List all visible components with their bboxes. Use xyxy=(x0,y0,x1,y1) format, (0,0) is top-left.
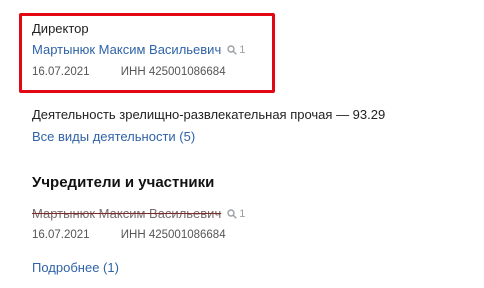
search-icon xyxy=(227,44,238,55)
director-meta: 16.07.2021 ИНН 425001086684 xyxy=(32,66,226,78)
all-activities-link[interactable]: Все виды деятельности (5) xyxy=(32,129,195,144)
founder-date: 16.07.2021 xyxy=(32,229,90,241)
founders-more-row: Подробнее (1) xyxy=(32,260,119,275)
director-date: 16.07.2021 xyxy=(32,66,90,78)
search-icon xyxy=(227,208,238,219)
founder-meta: 16.07.2021 ИНН 425001086684 xyxy=(32,229,226,241)
founder-inn: ИНН 425001086684 xyxy=(120,229,226,241)
founders-title: Учредители и участники xyxy=(32,174,215,191)
founder-search-badge[interactable]: 1 xyxy=(227,208,245,220)
founders-more-link[interactable]: Подробнее (1) xyxy=(32,260,119,275)
director-search-badge[interactable]: 1 xyxy=(227,44,245,56)
founder-search-count: 1 xyxy=(239,207,246,220)
activity-text: Деятельность зрелищно-развлекательная пр… xyxy=(32,107,386,122)
director-row: Мартынюк Максим Васильевич 1 xyxy=(32,42,245,57)
director-inn: ИНН 425001086684 xyxy=(120,66,226,78)
founder-row: Мартынюк Максим Васильевич 1 xyxy=(32,206,245,221)
director-search-count: 1 xyxy=(239,43,246,56)
director-name-link[interactable]: Мартынюк Максим Васильевич xyxy=(32,42,221,57)
founder-name-link[interactable]: Мартынюк Максим Васильевич xyxy=(32,206,221,221)
activity-all-row: Все виды деятельности (5) xyxy=(32,129,195,144)
director-role: Директор xyxy=(32,21,89,36)
